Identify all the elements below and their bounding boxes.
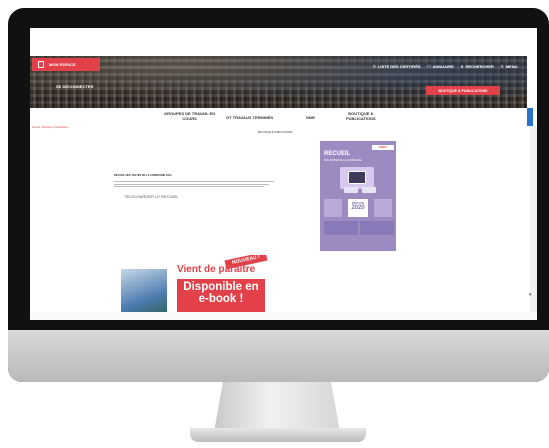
- laptop-illustration: [348, 171, 366, 184]
- main-menu: GROUPES DE TRAVAIL EN COURS GT TRAVAUX T…: [30, 111, 527, 125]
- breadcrumb[interactable]: Accueil / Boutique & Publications: [32, 126, 69, 129]
- account-button[interactable]: MON ESPACE: [32, 58, 100, 71]
- browser-screen: MON ESPACE SE DÉCONNECTER ≡ LISTE DES CER…: [30, 28, 537, 320]
- nav-label: MENU: [505, 64, 518, 69]
- user-icon: [38, 61, 44, 68]
- search-icon: ⌕: [460, 64, 464, 70]
- nav-directory[interactable]: □ ANNUAIRE: [428, 64, 454, 70]
- book-title: RECUEIL: [324, 151, 351, 157]
- book-icon: □: [427, 64, 431, 70]
- nav-label: LISTE DES CERTIFIÉS: [377, 64, 421, 69]
- scroll-to-top-button[interactable]: [527, 108, 533, 126]
- nav-search[interactable]: ⌕ RECHERCHER: [461, 64, 494, 70]
- book-stack-illustration: [344, 187, 358, 193]
- menu-item-shop[interactable]: BOUTIQUE & PUBLICATIONS: [346, 111, 376, 121]
- menu-icon: ≡: [500, 64, 504, 70]
- book-subtitle: DES TEXTES DE LA COMPAGNIE: [324, 159, 362, 162]
- book-stack-illustration: [362, 187, 376, 193]
- menu-item-working-groups[interactable]: GROUPES DE TRAVAIL EN COURS: [164, 111, 215, 121]
- book-cover-image[interactable]: CNCC RECUEIL DES TEXTES DE LA COMPAGNIE …: [320, 141, 396, 251]
- article-title: RECUEIL DES TEXTES DE LA COMPAGNIE 2020: [114, 174, 172, 177]
- book-tile: [360, 221, 394, 235]
- page-top-bar: [30, 28, 537, 56]
- nav-label: ANNUAIRE: [432, 64, 454, 69]
- book-tile: [374, 199, 392, 217]
- menu-item-smr[interactable]: SMR: [306, 115, 315, 120]
- nav-menu[interactable]: ≡ MENU: [501, 64, 518, 70]
- download-link[interactable]: TÉLÉCHARGER LE RECUEIL: [124, 194, 178, 199]
- brand-logo: CNCC: [372, 145, 394, 150]
- menu-label: GT TRAVAUX TERMINÉS: [226, 115, 274, 120]
- logout-link[interactable]: SE DÉCONNECTER: [56, 84, 93, 89]
- menu-label: SMR: [306, 115, 315, 120]
- top-navigation: ≡ LISTE DES CERTIFIÉS □ ANNUAIRE ⌕ RECHERCH…: [373, 64, 518, 70]
- account-label: MON ESPACE: [49, 62, 76, 67]
- page-title: BOUTIQUE & PUBLICATIONS: [258, 131, 293, 134]
- shop-button[interactable]: BOUTIQUE & PUBLICATIONS: [426, 86, 500, 95]
- article-text-lines: [114, 181, 274, 189]
- menu-label: COURS: [182, 116, 197, 121]
- ebook-promo-banner[interactable]: Vient de paraître NOUVEAU ! Disponible e…: [113, 255, 271, 320]
- book-tile: [324, 221, 358, 235]
- page-footer-strip: [30, 312, 537, 320]
- monitor-stand-base: [190, 428, 366, 442]
- menu-item-finished-work[interactable]: GT TRAVAUX TERMINÉS: [226, 115, 273, 120]
- monitor-chin: [8, 330, 549, 382]
- book-tile: [324, 199, 342, 217]
- monitor: MON ESPACE SE DÉCONNECTER ≡ LISTE DES CER…: [8, 8, 549, 382]
- scroll-down-arrow-icon[interactable]: ▾: [529, 292, 532, 298]
- menu-label: PUBLICATIONS: [346, 116, 376, 121]
- edition-year: 2020: [351, 205, 365, 211]
- nav-certified-list[interactable]: ≡ LISTE DES CERTIFIÉS: [373, 64, 421, 70]
- list-icon: ≡: [373, 64, 376, 70]
- edition-box: ÉDITION 2020: [348, 199, 368, 217]
- nav-label: RECHERCHER: [465, 64, 494, 69]
- scrollbar[interactable]: [530, 126, 537, 312]
